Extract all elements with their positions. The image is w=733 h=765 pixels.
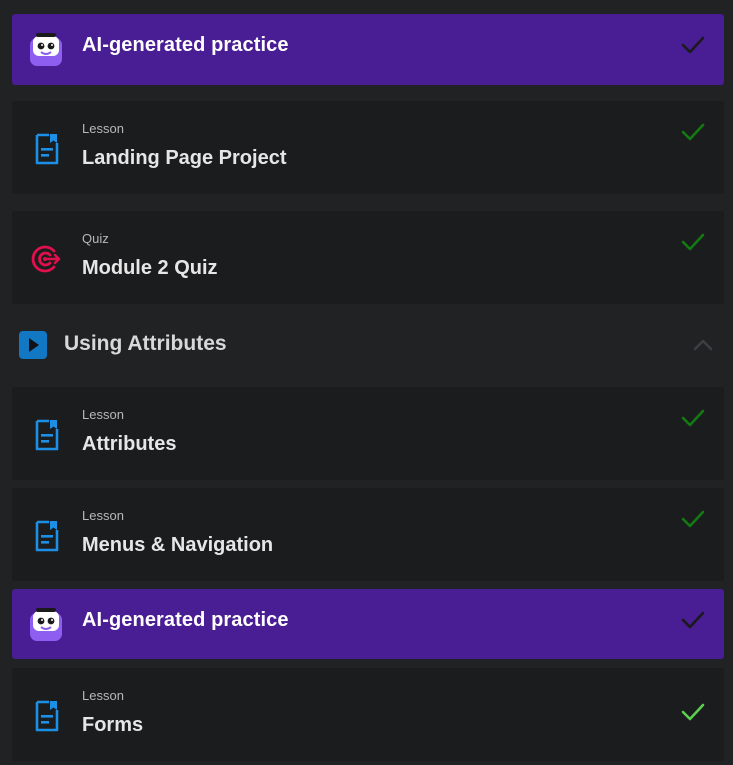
lesson-row[interactable]: Lesson Landing Page Project — [12, 101, 724, 194]
check-icon — [681, 36, 705, 54]
item-type-label: Lesson — [82, 121, 124, 136]
item-type-label: Lesson — [82, 688, 124, 703]
item-type-label: Lesson — [82, 508, 124, 523]
document-icon — [35, 419, 59, 451]
item-title: Forms — [82, 714, 144, 736]
document-icon — [35, 520, 59, 552]
ai-mascot-icon — [30, 33, 62, 66]
item-type-label: Quiz — [82, 231, 109, 246]
document-icon — [35, 133, 59, 165]
check-icon — [681, 611, 705, 629]
item-title: Landing Page Project — [82, 147, 287, 169]
check-icon — [681, 703, 705, 721]
lesson-row[interactable]: Lesson Forms — [12, 668, 724, 761]
check-icon — [681, 123, 705, 141]
ai-practice-row[interactable]: AI-generated practice — [12, 589, 724, 659]
ai-practice-row[interactable]: AI-generated practice — [12, 14, 724, 85]
section-header-using-attributes[interactable]: Using Attributes — [12, 320, 724, 370]
chevron-up-icon[interactable] — [692, 338, 714, 352]
check-icon — [681, 409, 705, 427]
item-type-label: Lesson — [82, 407, 124, 422]
target-icon — [31, 245, 61, 273]
ai-mascot-icon — [30, 608, 62, 641]
play-icon — [19, 331, 47, 359]
check-icon — [681, 233, 705, 251]
item-title: Module 2 Quiz — [82, 257, 218, 279]
quiz-row[interactable]: Quiz Module 2 Quiz — [12, 211, 724, 304]
ai-practice-title: AI-generated practice — [82, 34, 289, 56]
check-icon — [681, 510, 705, 528]
document-icon — [35, 700, 59, 732]
lesson-row[interactable]: Lesson Attributes — [12, 387, 724, 480]
item-title: Attributes — [82, 433, 177, 455]
section-title: Using Attributes — [64, 332, 227, 355]
ai-practice-title: AI-generated practice — [82, 609, 289, 631]
lesson-row[interactable]: Lesson Menus & Navigation — [12, 488, 724, 581]
item-title: Menus & Navigation — [82, 534, 274, 556]
